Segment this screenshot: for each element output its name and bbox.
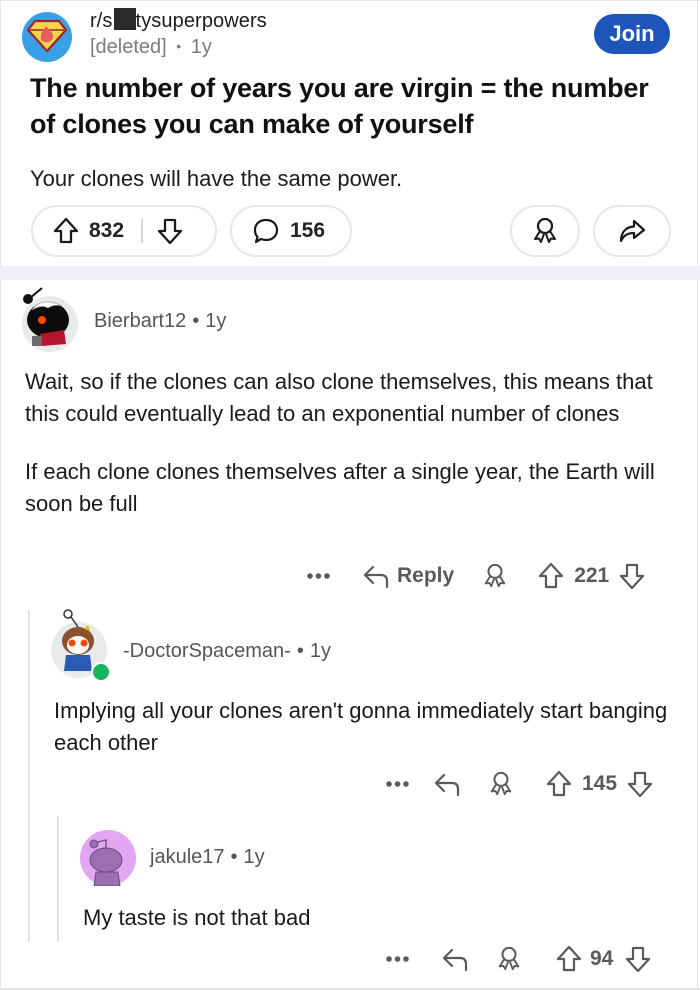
online-status-indicator bbox=[91, 662, 111, 682]
frame-left-border bbox=[0, 0, 1, 990]
subreddit-name-suffix: tysuperpowers bbox=[135, 10, 267, 32]
comment-meta: -DoctorSpaceman- • 1y bbox=[123, 640, 331, 663]
post-award-button[interactable] bbox=[510, 205, 580, 257]
arrow-down-icon[interactable] bbox=[625, 945, 651, 973]
comment-age: 1y bbox=[243, 846, 265, 868]
snoo-avatar-icon bbox=[89, 839, 123, 886]
post-author[interactable]: [deleted] bbox=[90, 36, 167, 58]
arrow-down-icon[interactable] bbox=[627, 770, 653, 798]
comment-paragraph: Wait, so if the clones can also clone th… bbox=[25, 369, 653, 426]
post-comments-button[interactable]: 156 bbox=[230, 205, 352, 257]
comment-age: 1y bbox=[309, 640, 331, 662]
subreddit-avatar[interactable] bbox=[22, 12, 72, 62]
post-share-button[interactable] bbox=[593, 205, 671, 257]
comment-meta: Bierbart12 • 1y bbox=[94, 310, 226, 333]
post-body: Your clones will have the same power. bbox=[30, 166, 403, 191]
post-upvote-count: 832 bbox=[89, 219, 125, 242]
comment-vote-count: 94 bbox=[590, 947, 614, 970]
vote-separator bbox=[141, 219, 144, 243]
post-title[interactable]: The number of years you are virgin = the… bbox=[30, 70, 670, 142]
subreddit-name-prefix: r/s bbox=[90, 10, 113, 32]
comment-body: My taste is not that bad bbox=[83, 902, 673, 934]
comment-paragraph: My taste is not that bad bbox=[83, 905, 311, 930]
comment-meta: jakule17 • 1y bbox=[150, 846, 265, 869]
join-button[interactable]: Join bbox=[594, 14, 670, 54]
frame-top-border bbox=[0, 0, 700, 1]
redaction-block bbox=[113, 8, 136, 30]
subreddit-name[interactable]: r/s tysuperpowers bbox=[90, 8, 267, 33]
ellipsis-icon[interactable] bbox=[305, 572, 341, 580]
comment-username[interactable]: Bierbart12 bbox=[94, 310, 186, 332]
comment-username[interactable]: -DoctorSpaceman- bbox=[123, 640, 291, 662]
snoo-avatar-icon bbox=[23, 287, 69, 346]
ellipsis-icon[interactable] bbox=[384, 955, 420, 963]
user-avatar[interactable] bbox=[51, 609, 111, 682]
frame-right-border bbox=[697, 0, 698, 990]
post-age: 1y bbox=[190, 36, 212, 58]
comment-actions: Reply 221 bbox=[305, 562, 645, 590]
section-divider bbox=[0, 266, 700, 280]
thread-line[interactable] bbox=[28, 610, 30, 942]
comment-vote-count: 145 bbox=[582, 772, 618, 795]
meta-separator: • bbox=[230, 846, 238, 868]
share-arrow-icon bbox=[619, 219, 646, 243]
ellipsis-icon[interactable] bbox=[384, 780, 420, 788]
superhero-shield-icon bbox=[27, 19, 67, 53]
comment-actions: 94 bbox=[384, 945, 651, 973]
arrow-up-icon[interactable] bbox=[546, 770, 572, 798]
comment-body: Wait, so if the clones can also clone th… bbox=[25, 366, 675, 520]
award-ribbon-icon bbox=[534, 217, 556, 243]
arrow-down-icon[interactable] bbox=[157, 217, 183, 245]
reply-arrow-icon bbox=[363, 565, 389, 589]
post-comment-count: 156 bbox=[290, 219, 326, 242]
reply-label: Reply bbox=[397, 564, 455, 587]
arrow-up-icon[interactable] bbox=[538, 562, 564, 590]
user-avatar[interactable] bbox=[80, 830, 136, 886]
user-avatar[interactable] bbox=[22, 287, 78, 352]
comment-actions: 145 bbox=[384, 770, 653, 798]
arrow-up-icon[interactable] bbox=[53, 217, 79, 245]
post-vote-control: 832 bbox=[31, 205, 217, 257]
reply-arrow-icon[interactable] bbox=[440, 945, 470, 973]
meta-separator: • bbox=[192, 310, 200, 332]
thread-line[interactable] bbox=[57, 816, 59, 942]
meta-separator: • bbox=[176, 38, 182, 54]
post-meta: [deleted] • 1y bbox=[90, 36, 212, 59]
speech-bubble-icon bbox=[252, 217, 280, 245]
reply-arrow-icon[interactable] bbox=[432, 770, 462, 798]
comment-body: Implying all your clones aren't gonna im… bbox=[54, 695, 674, 759]
comment-username[interactable]: jakule17 bbox=[150, 846, 225, 868]
award-ribbon-icon[interactable] bbox=[496, 945, 522, 973]
comment-vote-count: 221 bbox=[574, 564, 610, 587]
comment-paragraph: If each clone clones themselves after a … bbox=[25, 459, 655, 516]
comment-paragraph: Implying all your clones aren't gonna im… bbox=[54, 698, 668, 755]
arrow-down-icon[interactable] bbox=[619, 562, 645, 590]
comment-age: 1y bbox=[205, 310, 227, 332]
award-ribbon-icon[interactable] bbox=[482, 562, 508, 590]
post-header: r/s tysuperpowers [deleted] • 1y Join bbox=[22, 6, 678, 62]
arrow-up-icon[interactable] bbox=[556, 945, 582, 973]
meta-separator: • bbox=[296, 640, 304, 662]
reply-button[interactable]: Reply bbox=[361, 562, 454, 590]
award-ribbon-icon[interactable] bbox=[488, 770, 514, 798]
